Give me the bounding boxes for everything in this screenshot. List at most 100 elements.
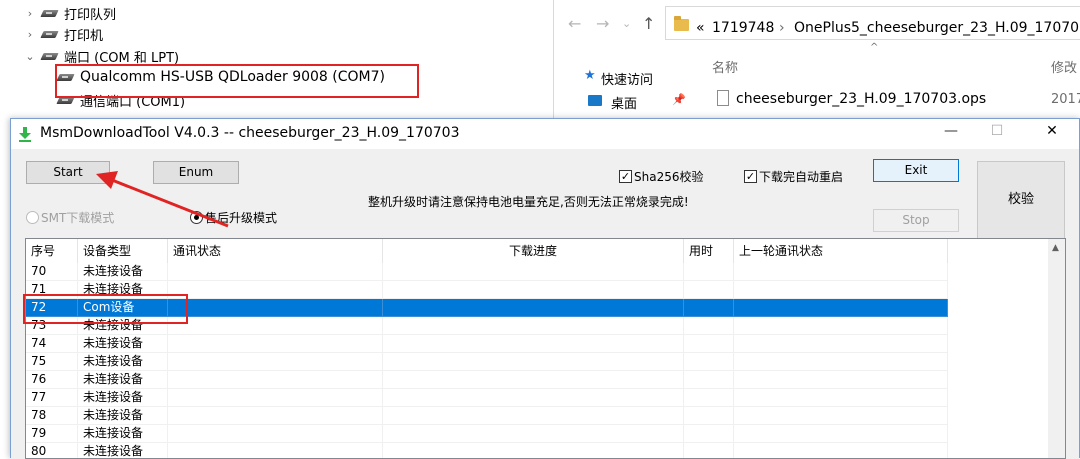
sha256-label: Sha256校验 [634, 170, 704, 184]
cell-device-type: 未连接设备 [78, 407, 168, 425]
tree-item-print-queue[interactable]: › 打印队列 [24, 3, 116, 23]
pin-icon: 📌 [672, 93, 686, 106]
column-header-comm-status[interactable]: 通讯状态 [168, 239, 383, 263]
nav-desktop[interactable]: 桌面 [611, 93, 637, 112]
table-row[interactable]: 79 未连接设备 [26, 425, 948, 443]
radio-on-icon[interactable] [190, 211, 203, 224]
stop-button[interactable]: Stop [873, 209, 959, 232]
table-row[interactable]: 70 未连接设备 [26, 263, 948, 281]
address-bar[interactable]: « 1719748 › OnePlus5_cheeseburger_23_H.0… [665, 6, 1080, 40]
cell-download-progress [383, 443, 684, 458]
checkbox-check-icon[interactable]: ✓ [744, 170, 757, 183]
device-list-view[interactable]: 序号 设备类型 通讯状态 下载进度 用时 上一轮通讯状态 70 未连接设备 71 未连… [25, 238, 1066, 459]
forward-arrow-icon[interactable]: → [596, 14, 609, 33]
chevron-right-icon[interactable]: › [24, 7, 36, 20]
cell-download-progress [383, 335, 684, 353]
tree-item-label: 打印队列 [64, 7, 117, 23]
chevron-right-icon[interactable]: › [24, 28, 36, 41]
checkbox-check-icon[interactable]: ✓ [619, 170, 632, 183]
cell-last-comm-status [734, 353, 948, 371]
cell-elapsed [684, 335, 734, 353]
port-icon [42, 52, 57, 61]
cell-download-progress [383, 263, 684, 281]
table-row[interactable]: 75 未连接设备 [26, 353, 948, 371]
tree-item-label: 打印机 [64, 28, 104, 44]
breadcrumb-overflow[interactable]: « [696, 20, 705, 36]
table-row[interactable]: 74 未连接设备 [26, 335, 948, 353]
enum-button[interactable]: Enum [153, 161, 239, 184]
cell-last-comm-status [734, 407, 948, 425]
cell-last-comm-status [734, 389, 948, 407]
cell-index: 76 [26, 371, 78, 389]
cell-comm-status [168, 353, 383, 371]
start-button[interactable]: Start [26, 161, 110, 184]
cell-last-comm-status [734, 371, 948, 389]
verify-button[interactable]: 校验 [977, 161, 1065, 239]
tree-item-printers[interactable]: › 打印机 [24, 24, 103, 44]
title-bar[interactable]: MsmDownloadTool V4.0.3 -- cheeseburger_2… [11, 119, 1079, 149]
cell-download-progress [383, 389, 684, 407]
table-row[interactable]: 76 未连接设备 [26, 371, 948, 389]
breadcrumb-oneplus5[interactable]: OnePlus5_cheeseburger_23_H.09_170703 [794, 20, 1080, 36]
recent-locations-icon[interactable]: ⌄ [622, 17, 631, 30]
nav-quick-access[interactable]: 快速访问 [601, 69, 653, 88]
tree-item-ports[interactable]: ⌄ 端口 (COM 和 LPT) [24, 46, 179, 66]
printer-icon [42, 30, 57, 39]
file-icon [717, 90, 729, 106]
column-header-elapsed[interactable]: 用时 [684, 239, 734, 263]
exit-button[interactable]: Exit [873, 159, 959, 182]
smt-mode-label: SMT下载模式 [41, 211, 115, 225]
file-name-ops[interactable]: cheeseburger_23_H.09_170703.ops [736, 91, 986, 107]
auto-reboot-checkbox[interactable]: ✓ 下载完自动重启 [744, 168, 843, 185]
column-header-name[interactable]: 名称 [712, 57, 738, 76]
close-button[interactable]: ✕ [1041, 123, 1063, 143]
cell-device-type: 未连接设备 [78, 443, 168, 458]
cell-elapsed [684, 389, 734, 407]
annotation-box-qualcomm-port [55, 64, 419, 98]
cell-comm-status [168, 371, 383, 389]
up-arrow-icon[interactable]: ↑ [642, 14, 655, 33]
table-row[interactable]: 80 未连接设备 [26, 443, 948, 458]
table-row[interactable]: 78 未连接设备 [26, 407, 948, 425]
cell-elapsed [684, 299, 734, 317]
cell-comm-status [168, 389, 383, 407]
column-header-modified[interactable]: 修改 [1051, 57, 1077, 76]
cell-device-type: 未连接设备 [78, 389, 168, 407]
cell-elapsed [684, 407, 734, 425]
cell-device-type: 未连接设备 [78, 335, 168, 353]
maximize-button[interactable]: ☐ [986, 123, 1008, 143]
column-header-device-type[interactable]: 设备类型 [78, 239, 168, 263]
breadcrumb-1719748[interactable]: 1719748 [712, 20, 774, 36]
radio-off-icon[interactable] [26, 211, 39, 224]
column-header-index[interactable]: 序号 [26, 239, 78, 263]
cell-elapsed [684, 443, 734, 458]
cell-last-comm-status [734, 299, 948, 317]
cell-index: 75 [26, 353, 78, 371]
column-header-download-progress[interactable]: 下载进度 [383, 239, 684, 263]
file-modified-date: 2017 [1051, 92, 1080, 107]
scroll-up-arrow-icon[interactable]: ▲ [1052, 243, 1059, 253]
cell-download-progress [383, 317, 684, 335]
cell-download-progress [383, 407, 684, 425]
cell-download-progress [383, 425, 684, 443]
cell-comm-status [168, 317, 383, 335]
cell-last-comm-status [734, 263, 948, 281]
aftersale-mode-radio[interactable]: 售后升级模式 [190, 209, 277, 226]
window-title: MsmDownloadTool V4.0.3 -- cheeseburger_2… [40, 125, 460, 141]
chevron-down-icon[interactable]: ⌄ [24, 50, 36, 63]
smt-mode-radio[interactable]: SMT下载模式 [26, 209, 114, 226]
sha256-checkbox[interactable]: ✓ Sha256校验 [619, 168, 703, 185]
list-scrollbar[interactable]: ▲ [1048, 239, 1065, 458]
cell-download-progress [383, 371, 684, 389]
cell-comm-status [168, 425, 383, 443]
cell-index: 78 [26, 407, 78, 425]
cell-elapsed [684, 425, 734, 443]
msm-download-tool-window: MsmDownloadTool V4.0.3 -- cheeseburger_2… [10, 118, 1080, 459]
back-arrow-icon[interactable]: ← [568, 14, 581, 33]
cell-elapsed [684, 371, 734, 389]
table-row[interactable]: 77 未连接设备 [26, 389, 948, 407]
column-header-last-comm-status[interactable]: 上一轮通讯状态 [734, 239, 948, 263]
minimize-button[interactable]: — [940, 123, 962, 143]
cell-device-type: 未连接设备 [78, 263, 168, 281]
cell-comm-status [168, 335, 383, 353]
